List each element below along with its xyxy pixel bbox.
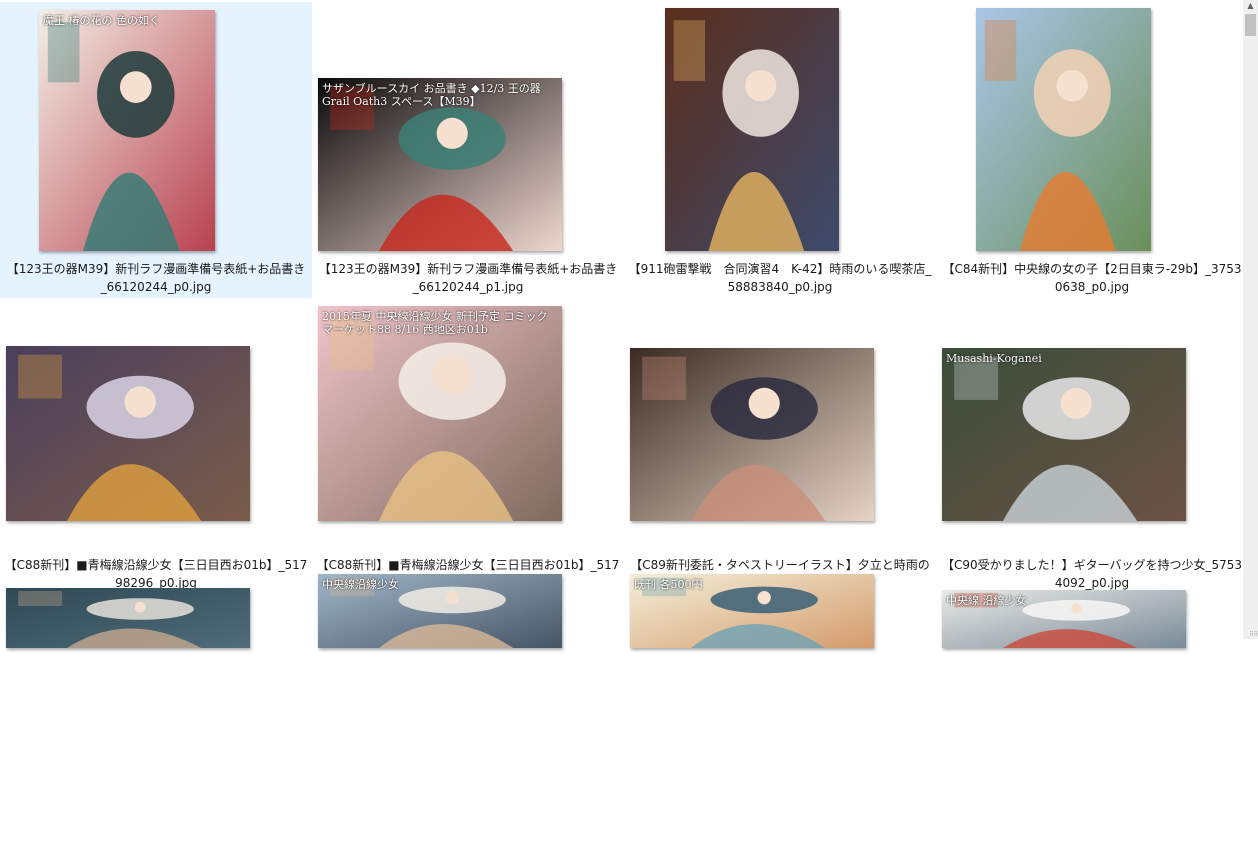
- file-thumbnail-image[interactable]: 魔王 椿の花の 色の如く: [39, 10, 215, 251]
- file-thumbnail-image[interactable]: サザンブルースカイ お品書き ◆12/3 王の器 Grail Oath3 スペー…: [318, 78, 562, 251]
- illustration-graphic: [665, 8, 839, 251]
- file-thumbnail-image[interactable]: [6, 588, 250, 648]
- file-name-label: 【C84新刊】中央線の女の子【2日目東ラ-29b】_37530638_p0.jp…: [942, 262, 1242, 294]
- illustration-graphic: [630, 348, 874, 521]
- resize-grip-icon[interactable]: ⠿⠿: [1242, 631, 1258, 639]
- file-thumbnail-image[interactable]: 中央線沿線少女: [318, 574, 562, 648]
- vertical-scrollbar[interactable]: ▲: [1243, 0, 1258, 639]
- file-thumbnail-image[interactable]: 既刊 各500円: [630, 574, 874, 648]
- file-thumbnail-image[interactable]: [6, 346, 250, 521]
- file-name-label: 【123王の器M39】新刊ラフ漫画準備号表紙+お品書き_66120244_p0.…: [6, 262, 306, 294]
- scroll-thumb[interactable]: [1245, 14, 1256, 36]
- thumbnail-text: 2015年夏 中央線沿線少女 新刊予定 コミックマーケット88 8/16 西地区…: [322, 310, 548, 336]
- file-thumbnail-image[interactable]: 2015年夏 中央線沿線少女 新刊予定 コミックマーケット88 8/16 西地区…: [318, 306, 562, 521]
- thumbnail-text: Musashi-Koganei: [946, 352, 1042, 365]
- file-thumbnail-image[interactable]: 中央線 沿線少女: [942, 590, 1186, 648]
- thumbnail-text: 中央線沿線少女: [322, 578, 399, 591]
- thumbnail-text: 魔王 椿の花の 色の如く: [43, 14, 160, 27]
- thumbnail-text: 既刊 各500円: [634, 578, 703, 591]
- illustration-graphic: [39, 10, 215, 251]
- file-thumbnail-image[interactable]: [630, 348, 874, 521]
- illustration-graphic: [6, 588, 250, 648]
- file-name-label: 【123王の器M39】新刊ラフ漫画準備号表紙+お品書き_66120244_p1.…: [318, 262, 618, 294]
- file-thumbnail-image[interactable]: [976, 8, 1151, 251]
- thumbnail-text: サザンブルースカイ お品書き ◆12/3 王の器 Grail Oath3 スペー…: [322, 82, 541, 108]
- file-name-label: 【911砲雷撃戦 合同演習4 K-42】時雨のいる喫茶店_58883840_p0…: [628, 262, 932, 294]
- illustration-graphic: [942, 348, 1186, 521]
- scroll-up-arrow-icon[interactable]: ▲: [1243, 0, 1258, 12]
- illustration-graphic: [318, 306, 562, 521]
- illustration-graphic: [6, 346, 250, 521]
- illustration-graphic: [976, 8, 1151, 251]
- thumbnail-text: 中央線 沿線少女: [946, 594, 1027, 607]
- file-thumbnail-image[interactable]: Musashi-Koganei: [942, 348, 1186, 521]
- file-thumbnail-image[interactable]: [665, 8, 839, 251]
